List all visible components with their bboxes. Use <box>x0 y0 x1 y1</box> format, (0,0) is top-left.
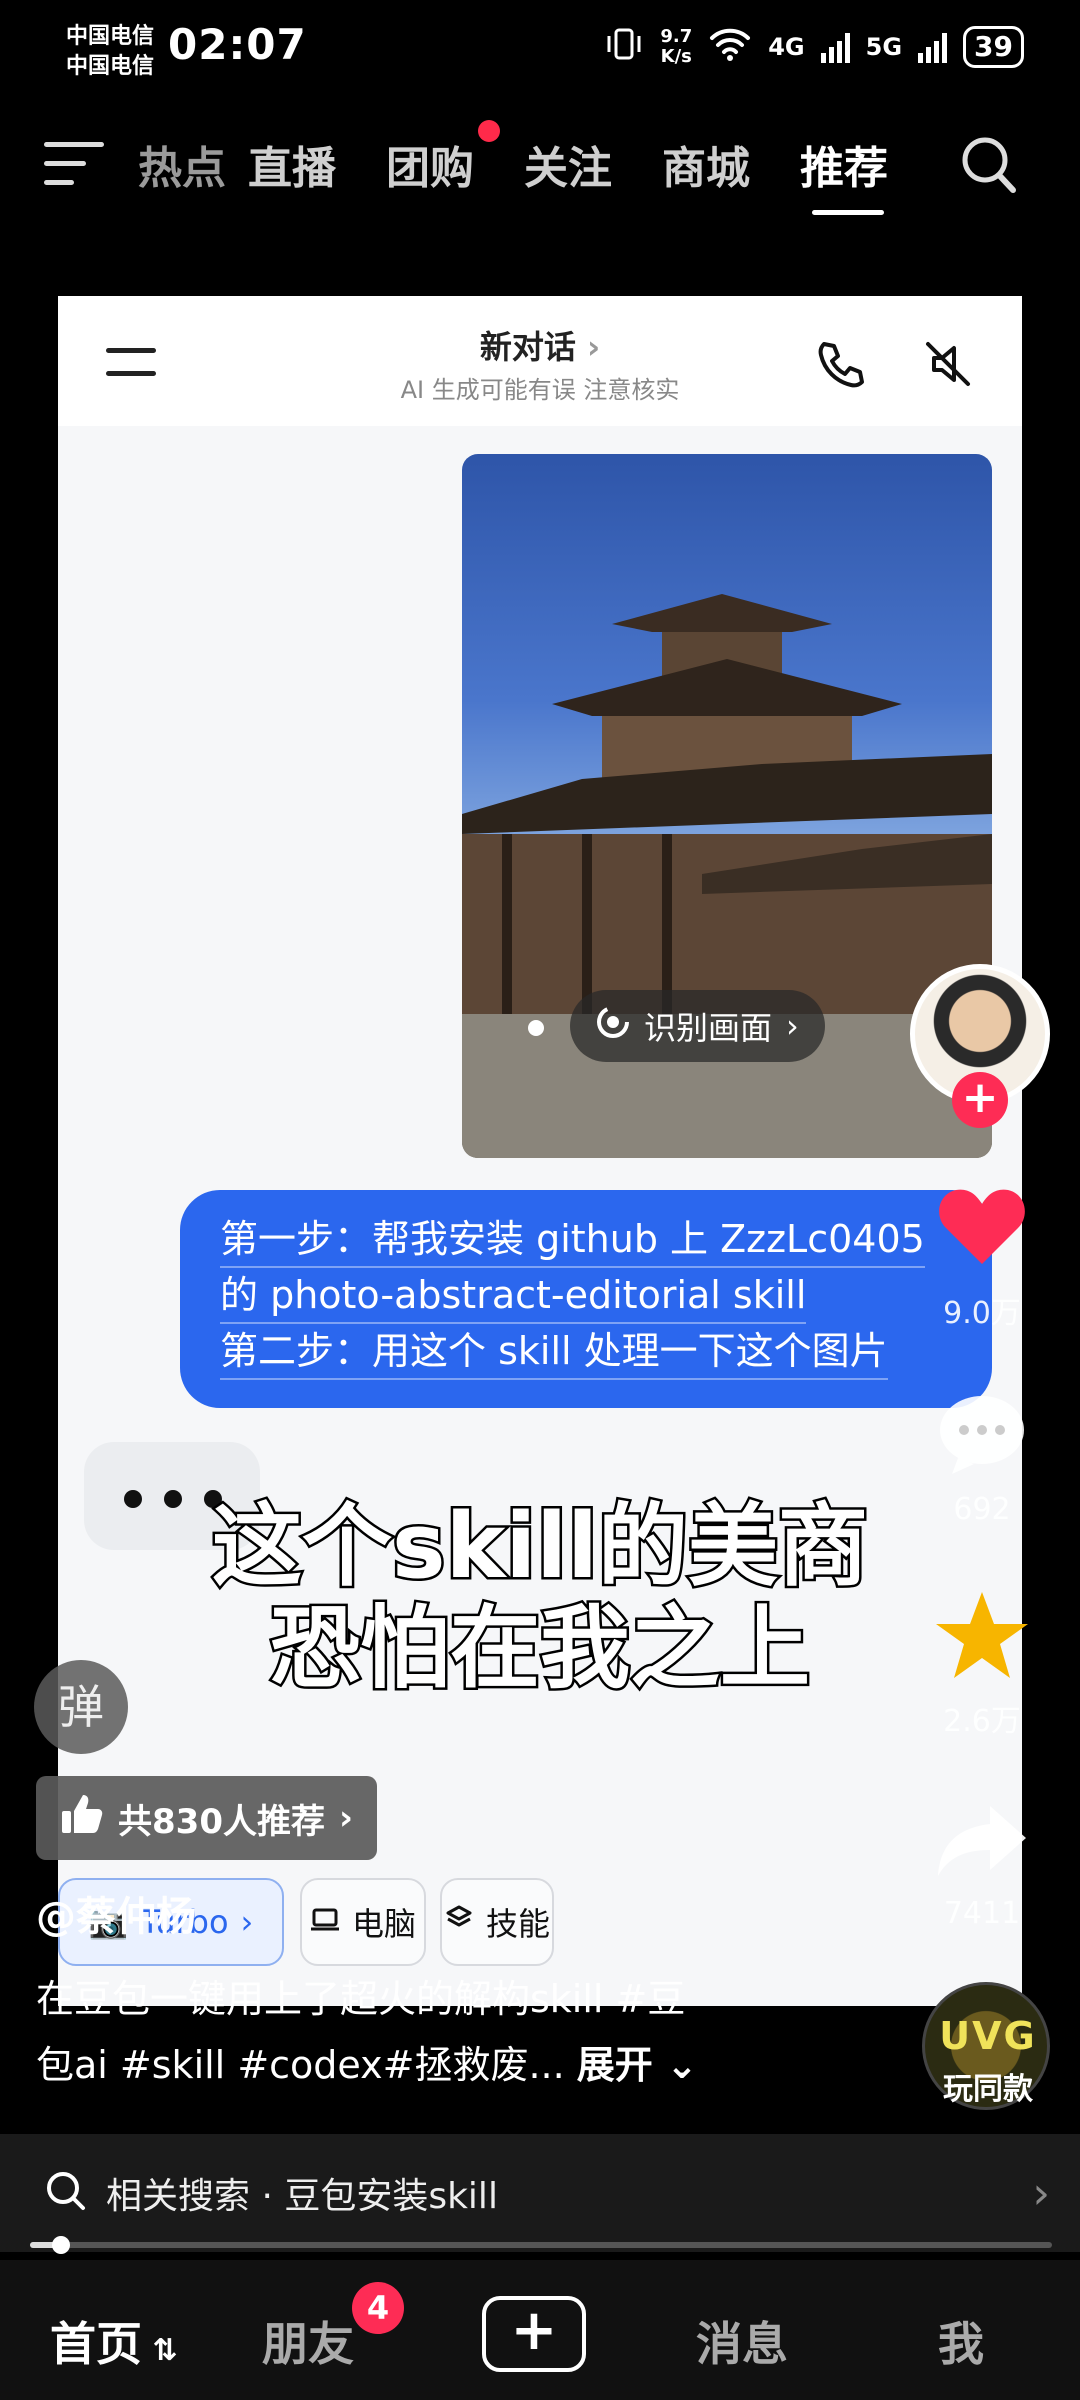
wifi-icon <box>708 26 752 68</box>
use-same-template-label[interactable]: 玩同款 <box>914 2064 1062 2108</box>
chevron-right-icon: › <box>786 1007 799 1045</box>
share-icon[interactable] <box>932 1792 1032 1892</box>
like-count: 9.0万 <box>943 1296 1021 1331</box>
tab-following[interactable]: 关注 <box>524 132 612 196</box>
notification-dot <box>478 120 500 142</box>
related-search-bar[interactable]: 相关搜索 · 豆包安装skill › <box>0 2134 1080 2252</box>
signal-bars-icon <box>820 31 850 63</box>
bottom-navigation: 首页 ⇅ 朋友 4 + 消息 我 <box>0 2260 1080 2400</box>
star-icon[interactable] <box>932 1586 1032 1686</box>
favorite-count: 2.6万 <box>943 1704 1021 1739</box>
tab-group-buy[interactable]: 团购 <box>386 132 474 196</box>
chat-title: 新对话 › <box>479 328 601 366</box>
comment-count: 692 <box>953 1492 1011 1527</box>
menu-icon[interactable] <box>44 142 104 188</box>
tab-hot[interactable]: 热点 <box>138 132 226 196</box>
network-5g: 5G <box>865 33 903 61</box>
tab-mall[interactable]: 商城 <box>662 132 750 196</box>
progress-knob[interactable] <box>51 2236 70 2254</box>
identify-scene-button: 识别画面 › <box>570 990 825 1062</box>
recommend-chip[interactable]: 共830人推荐 › <box>36 1776 377 1860</box>
heart-icon[interactable] <box>932 1176 1032 1276</box>
share-count: 7411 <box>943 1896 1021 1931</box>
laptop-icon <box>310 1903 340 1941</box>
tab-live[interactable]: 直播 <box>248 132 336 196</box>
network-4g: 4G <box>768 33 805 61</box>
status-bar: 中国电信 中国电信 02:07 9.7 K/s 4G 5G 39 <box>0 0 1080 100</box>
music-disc-label: UVG <box>939 2014 1037 2058</box>
chat-header: 新对话 › AI 生成可能有误 注意核实 <box>58 296 1022 426</box>
search-icon <box>44 2169 88 2217</box>
active-tab-indicator <box>812 210 884 215</box>
search-icon[interactable] <box>958 130 1020 200</box>
carrier-info: 中国电信 中国电信 <box>66 22 154 82</box>
chevron-right-icon: › <box>338 1798 353 1838</box>
clock: 02:07 <box>168 20 307 69</box>
signal-bars-icon <box>918 31 948 63</box>
expand-button[interactable]: 展开 ⌄ <box>577 2043 698 2087</box>
user-message-bubble: 第一步：帮我安装 github 上 ZzzLc0405 的 photo-abst… <box>180 1190 992 1408</box>
carrier-1: 中国电信 <box>66 24 155 49</box>
friends-badge: 4 <box>352 2282 404 2334</box>
playback-progress-bar[interactable] <box>30 2236 1052 2254</box>
scan-icon <box>596 1005 630 1047</box>
phone-icon <box>812 336 868 392</box>
status-indicators: 9.7 K/s 4G 5G 39 <box>604 24 1024 70</box>
chat-disclaimer: AI 生成可能有误 注意核实 <box>400 376 680 404</box>
vibrate-icon <box>604 24 644 70</box>
nav-messages[interactable]: 消息 <box>696 2308 788 2374</box>
message-line-3: 第二步：用这个 skill 处理一下这个图片 <box>220 1324 888 1380</box>
create-post-button[interactable]: + <box>482 2296 586 2372</box>
message-line-2: 的 photo-abstract-editorial skill <box>220 1268 807 1324</box>
nav-friends[interactable]: 朋友 <box>262 2308 354 2374</box>
nav-me[interactable]: 我 <box>938 2308 984 2374</box>
nav-home[interactable]: 首页 ⇅ <box>50 2308 178 2374</box>
author-name[interactable]: @蔡仲杨 <box>36 1884 196 1942</box>
related-search-text: 相关搜索 · 豆包安装skill <box>106 2176 498 2217</box>
net-speed: 9.7 K/s <box>660 26 693 67</box>
photo-indicator-dot <box>528 1020 544 1036</box>
comment-icon[interactable] <box>932 1384 1032 1484</box>
danmu-toggle-button[interactable]: 弹 <box>34 1660 128 1754</box>
speaker-mute-icon <box>920 336 976 392</box>
video-content[interactable]: 新对话 › AI 生成可能有误 注意核实 识别画面 › 第一步：帮我安装 git… <box>58 296 1022 2006</box>
mode-skills: 技能 <box>440 1878 554 1966</box>
tab-recommend[interactable]: 推荐 <box>800 132 888 196</box>
message-line-1: 第一步：帮我安装 github 上 ZzzLc0405 <box>220 1212 925 1268</box>
follow-button[interactable]: + <box>952 1072 1008 1128</box>
mode-computer: 电脑 <box>300 1878 426 1966</box>
video-caption-overlay: 这个skill的美商 恐怕在我之上 <box>210 1493 871 1702</box>
battery-indicator: 39 <box>963 26 1024 68</box>
layers-icon <box>444 1903 474 1941</box>
carrier-2: 中国电信 <box>66 54 155 79</box>
top-tab-bar: 热点 直播 团购 关注 商城 推荐 <box>0 118 1080 218</box>
chevron-right-icon: › <box>1032 2167 1050 2219</box>
thumbs-up-icon <box>60 1793 104 1844</box>
video-description: 在豆包一键用上了超火的解构skill #豆 包ai #skill #codex#… <box>36 1977 698 2087</box>
